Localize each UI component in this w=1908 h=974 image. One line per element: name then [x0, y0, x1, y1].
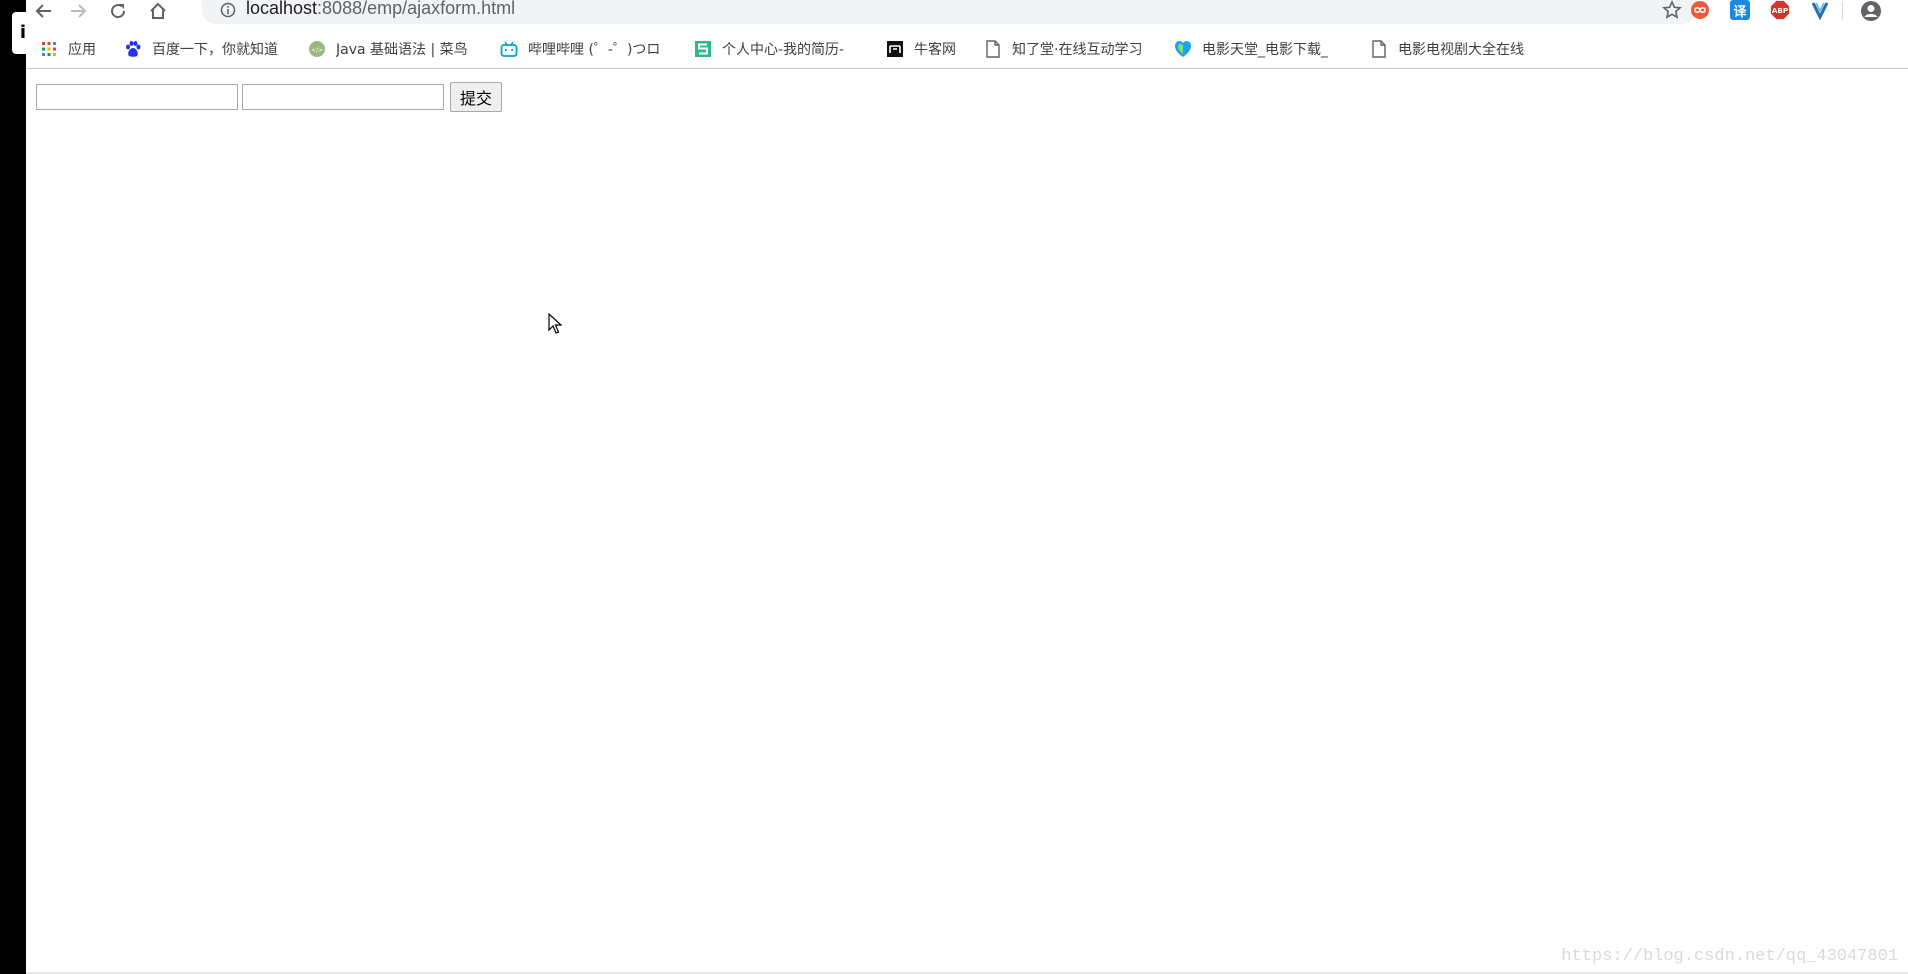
v-extension-icon[interactable] [1810, 0, 1830, 20]
text-input-1[interactable] [36, 84, 238, 110]
info-icon[interactable] [220, 2, 236, 18]
nowcoder-icon [886, 40, 904, 58]
translate-extension-icon[interactable]: 译 [1730, 0, 1750, 20]
account-icon [1861, 1, 1881, 21]
address-bar[interactable]: localhost:8088/emp/ajaxform.html [202, 0, 1696, 24]
bookmark-label: Java 基础语法 | 菜鸟 [336, 42, 468, 58]
baidu-paw-icon [124, 40, 142, 58]
svg-text:</>: </> [311, 47, 323, 54]
bookmark-label: 知了堂·在线互动学习 [1012, 42, 1143, 58]
url-text[interactable]: localhost:8088/emp/ajaxform.html [246, 0, 515, 19]
adblock-plus-icon[interactable]: ABP [1770, 0, 1790, 20]
bookmark-label: 电影电视剧大全在线 [1398, 42, 1524, 58]
url-host: localhost [246, 0, 318, 18]
bookmark-label: 哔哩哔哩 (゜-゜)つロ [528, 42, 661, 58]
submit-button[interactable]: 提交 [450, 82, 502, 112]
profile-button[interactable] [1860, 0, 1882, 26]
bookmark-baidu[interactable]: 百度一下，你就知道 [124, 38, 316, 60]
bookmark-resume[interactable]: 个人中心-我的简历- [694, 38, 890, 60]
bookmark-label: 百度一下，你就知道 [152, 42, 278, 58]
adblock-label: ABP [1772, 6, 1789, 15]
runoob-icon: </> [308, 40, 326, 58]
browser-toolbar: localhost:8088/emp/ajaxform.html 译 ABP [26, 0, 1908, 28]
desktop-app-icon: i [12, 12, 26, 54]
bookmark-bilibili[interactable]: 哔哩哔哩 (゜-゜)つロ [500, 38, 696, 60]
bilibili-icon [500, 40, 518, 58]
heart-shield-icon [1174, 40, 1192, 58]
bookmark-label: 应用 [68, 42, 96, 58]
url-path: :8088/emp/ajaxform.html [317, 0, 516, 18]
mouse-cursor-icon [548, 313, 562, 334]
toolbar-divider [1842, 2, 1843, 20]
reload-icon [111, 4, 126, 19]
back-button[interactable] [30, 0, 58, 22]
page-icon [984, 40, 1002, 58]
bookmarks-bar: 应用 百度一下，你就知道 </> Java 基础语法 | 菜鸟 哔哩哔哩 (゜-… [26, 30, 1908, 69]
page-content: 提交 https://blog.csdn.net/qq_43047801 [26, 70, 1908, 974]
bookmark-label: 牛客网 [914, 42, 956, 58]
text-input-2[interactable] [242, 84, 444, 110]
left-screen-edge: i [0, 0, 26, 974]
forward-button[interactable] [64, 0, 92, 22]
reload-button[interactable] [104, 0, 132, 22]
bookmark-label: 电影天堂_电影下载_ [1202, 42, 1328, 58]
bookmark-label: 个人中心-我的简历- [722, 42, 845, 58]
apps-grid-icon [40, 40, 58, 58]
bookmark-runoob[interactable]: </> Java 基础语法 | 菜鸟 [308, 38, 504, 60]
bookmark-dytt[interactable]: 电影天堂_电影下载_ [1174, 38, 1370, 60]
page-icon [1370, 40, 1388, 58]
bookmark-zhiliaotang[interactable]: 知了堂·在线互动学习 [984, 38, 1180, 60]
back-icon [35, 4, 51, 18]
home-button[interactable] [144, 0, 172, 22]
bookmark-apps[interactable]: 应用 [40, 38, 118, 60]
home-icon [150, 2, 166, 19]
infinity-extension-icon[interactable] [1690, 0, 1710, 20]
bookmark-tv-series[interactable]: 电影电视剧大全在线 [1370, 38, 1566, 60]
watermark-text: https://blog.csdn.net/qq_43047801 [1561, 947, 1898, 966]
browser-window: localhost:8088/emp/ajaxform.html 译 ABP 应… [26, 0, 1908, 974]
s-logo-icon [694, 40, 712, 58]
forward-icon [71, 4, 87, 18]
star-icon[interactable] [1662, 0, 1682, 20]
bookmark-nowcoder[interactable]: 牛客网 [886, 38, 996, 60]
